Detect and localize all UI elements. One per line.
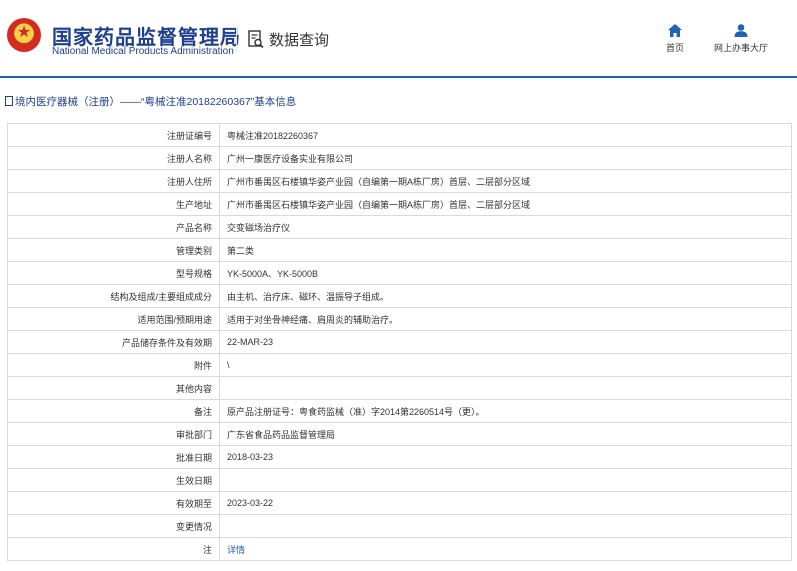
- field-label: 备注: [7, 399, 220, 423]
- table-row: 附件 \: [7, 353, 792, 377]
- field-value: 22-MAR-23: [219, 330, 792, 354]
- field-label: 其他内容: [7, 376, 220, 400]
- table-row: 注册人名称 广州一康医疗设备实业有限公司: [7, 146, 792, 170]
- nav-online-service-hall-label[interactable]: 网上办事大厅: [714, 43, 768, 53]
- table-row: 结构及组成/主要组成成分 由主机、治疗床、磁环、温振导子组成。: [7, 284, 792, 308]
- header-accent-line: [0, 76, 797, 78]
- field-value: [219, 514, 792, 538]
- table-row: 生产地址 广州市番禺区石楼镇华姿产业园（自编第一期A栋厂房）首层、二层部分区域: [7, 192, 792, 216]
- detail-table-container: 注册证编号 粤械注准20182260367 注册人名称 广州一康医疗设备实业有限公司注…: [7, 123, 792, 561]
- field-label: 变更情况: [7, 514, 220, 538]
- table-row: 产品名称 交变磁场治疗仪: [7, 215, 792, 239]
- field-label: 附件: [7, 353, 220, 377]
- table-row: 批准日期 2018-03-23: [7, 445, 792, 469]
- field-value: 第二类: [219, 238, 792, 262]
- table-row: 注册人住所 广州市番禺区石楼镇华姿产业园（自编第一期A栋厂房）首层、二层部分区域: [7, 169, 792, 193]
- table-row: 管理类别 第二类: [7, 238, 792, 262]
- field-label: 产品储存条件及有效期: [7, 330, 220, 354]
- field-label: 注册证编号: [7, 123, 220, 147]
- field-value: 广东省食品药品监督管理局: [219, 422, 792, 446]
- org-name-en[interactable]: National Medical Products Administration: [52, 46, 234, 57]
- document-icon: [5, 96, 13, 106]
- national-emblem-icon: [7, 18, 41, 52]
- details-link[interactable]: 详情: [227, 545, 245, 555]
- field-value: 2018-03-23: [219, 445, 792, 469]
- header-divider: [236, 26, 237, 52]
- field-value: \: [219, 353, 792, 377]
- field-value: 粤械注准20182260367: [219, 123, 792, 147]
- table-row: 生效日期: [7, 468, 792, 492]
- home-icon: [668, 24, 682, 37]
- field-value: 交变磁场治疗仪: [219, 215, 792, 239]
- field-label: 适用范围/预期用途: [7, 307, 220, 331]
- document-search-icon: [248, 30, 264, 49]
- field-label: 产品名称: [7, 215, 220, 239]
- field-value: [219, 376, 792, 400]
- field-label: 有效期至: [7, 491, 220, 515]
- field-value: 广州一康医疗设备实业有限公司: [219, 146, 792, 170]
- field-value: 适用于对坐骨神经痛、肩周炎的辅助治疗。: [219, 307, 792, 331]
- table-row: 备注 原产品注册证号：粤食药监械（准）字2014第2260514号（更）。: [7, 399, 792, 423]
- breadcrumb: 境内医疗器械（注册）——“粤械注准20182260367”基本信息: [5, 94, 296, 109]
- field-label: 注册人住所: [7, 169, 220, 193]
- table-row: 其他内容: [7, 376, 792, 400]
- field-value: 广州市番禺区石楼镇华姿产业园（自编第一期A栋厂房）首层、二层部分区域: [219, 192, 792, 216]
- field-label: 结构及组成/主要组成成分: [7, 284, 220, 308]
- table-row: 有效期至 2023-03-22: [7, 491, 792, 515]
- table-row: 注详情: [7, 537, 792, 561]
- site-header: 国家药品监督管理局 National Medical Products Admi…: [0, 0, 797, 76]
- field-value: 2023-03-22: [219, 491, 792, 515]
- field-label: 管理类别: [7, 238, 220, 262]
- field-value: [219, 468, 792, 492]
- user-icon: [734, 24, 748, 37]
- field-value: 广州市番禺区石楼镇华姿产业园（自编第一期A栋厂房）首层、二层部分区域: [219, 169, 792, 193]
- field-value: 详情: [219, 537, 792, 561]
- field-value: 原产品注册证号：粤食药监械（准）字2014第2260514号（更）。: [219, 399, 792, 423]
- table-row: 型号规格 YK-5000A、YK-5000B: [7, 261, 792, 285]
- field-label: 型号规格: [7, 261, 220, 285]
- field-value: YK-5000A、YK-5000B: [219, 261, 792, 285]
- nav-home-label[interactable]: 首页: [666, 43, 684, 53]
- data-query-label: 数据查询: [269, 32, 330, 49]
- breadcrumb-text: 境内医疗器械（注册）——“粤械注准20182260367”基本信息: [15, 96, 297, 108]
- field-label: 注册人名称: [7, 146, 220, 170]
- field-label: 生效日期: [7, 468, 220, 492]
- field-label: 审批部门: [7, 422, 220, 446]
- field-label: 批准日期: [7, 445, 220, 469]
- nav-home[interactable]: 首页: [655, 24, 695, 54]
- table-row: 变更情况: [7, 514, 792, 538]
- table-row: 适用范围/预期用途 适用于对坐骨神经痛、肩周炎的辅助治疗。: [7, 307, 792, 331]
- table-row: 审批部门 广东省食品药品监督管理局: [7, 422, 792, 446]
- table-row: 产品储存条件及有效期 22-MAR-23: [7, 330, 792, 354]
- detail-table: 注册证编号 粤械注准20182260367 注册人名称 广州一康医疗设备实业有限公司注…: [7, 123, 792, 561]
- nav-online-service-hall[interactable]: 网上办事大厅: [705, 24, 777, 54]
- field-label: 注: [7, 537, 220, 561]
- field-value: 由主机、治疗床、磁环、温振导子组成。: [219, 284, 792, 308]
- table-row: 注册证编号 粤械注准20182260367: [7, 123, 792, 147]
- field-label: 生产地址: [7, 192, 220, 216]
